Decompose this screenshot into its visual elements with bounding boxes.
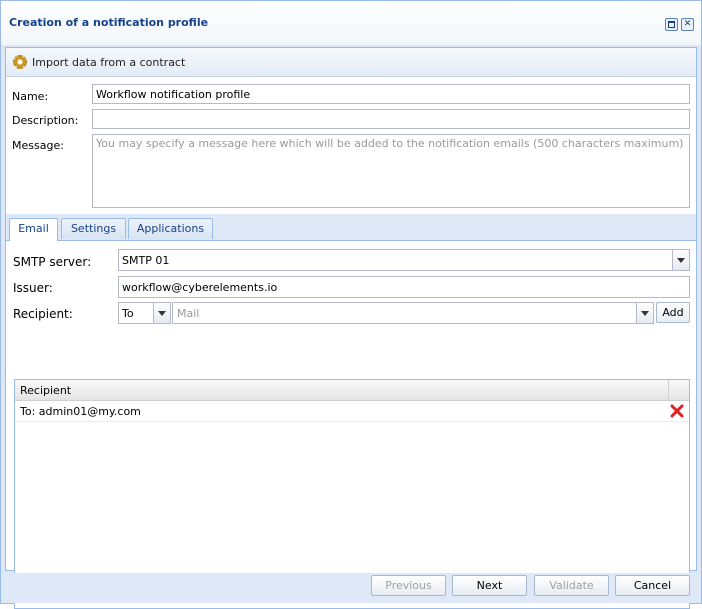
message-label: Message: <box>12 139 64 152</box>
tab-applications-label: Applications <box>136 222 205 235</box>
panel-toolbar: Import data from a contract <box>6 48 696 77</box>
next-button[interactable]: Next <box>452 575 527 596</box>
name-value: Workflow notification profile <box>96 88 251 101</box>
validate-button[interactable]: Validate <box>534 575 609 596</box>
profile-panel: Import data from a contract Name: Workfl… <box>5 47 697 609</box>
mail-combo[interactable]: Mail <box>172 302 654 324</box>
close-icon[interactable]: ✕ <box>681 18 694 31</box>
validate-label: Validate <box>549 579 594 592</box>
footer-bar: Previous Next Validate Cancel <box>1 573 701 603</box>
notification-profile-window: Creation of a notification profile ✕ Imp… <box>0 0 702 609</box>
table-row[interactable]: To: admin01@my.com <box>15 401 689 422</box>
tab-applications[interactable]: Applications <box>128 218 213 239</box>
description-field[interactable] <box>92 109 690 129</box>
tab-email-label: Email <box>18 222 49 235</box>
smtp-value: SMTP 01 <box>122 254 170 267</box>
tab-strip: Email Settings Applications <box>6 214 696 241</box>
previous-label: Previous <box>385 579 432 592</box>
issuer-label: Issuer: <box>13 281 53 295</box>
import-contract-button[interactable]: Import data from a contract <box>32 56 185 69</box>
message-placeholder: You may specify a message here which wil… <box>96 137 684 150</box>
delete-icon[interactable] <box>670 404 684 418</box>
cancel-label: Cancel <box>633 579 672 592</box>
add-recipient-button[interactable]: Add <box>656 302 690 323</box>
add-label: Add <box>662 306 684 319</box>
tab-settings-label: Settings <box>70 222 117 235</box>
recipient-type-value: To <box>122 307 134 320</box>
window-title: Creation of a notification profile <box>9 16 209 29</box>
previous-button[interactable]: Previous <box>371 575 446 596</box>
grid-header: Recipient <box>15 380 689 401</box>
name-field[interactable]: Workflow notification profile <box>92 84 690 104</box>
mail-placeholder: Mail <box>177 307 200 320</box>
tab-email[interactable]: Email <box>9 218 58 241</box>
recipient-cell: To: admin01@my.com <box>20 405 141 418</box>
profile-form: Name: Workflow notification profile Desc… <box>6 77 696 214</box>
issuer-value: workflow@cyberelements.io <box>122 281 278 294</box>
column-separator <box>668 380 669 400</box>
recipient-label: Recipient: <box>13 307 73 321</box>
smtp-select[interactable]: SMTP 01 <box>118 249 690 271</box>
chevron-down-icon[interactable] <box>672 250 689 270</box>
recipient-column-header[interactable]: Recipient <box>20 384 71 397</box>
chevron-down-icon[interactable] <box>153 303 170 323</box>
cancel-button[interactable]: Cancel <box>615 575 690 596</box>
name-label: Name: <box>12 90 49 103</box>
chevron-down-icon[interactable] <box>636 303 653 323</box>
maximize-icon[interactable] <box>665 18 678 31</box>
email-tab-body: SMTP server: SMTP 01 Issuer: workflow@cy… <box>6 241 696 609</box>
description-label: Description: <box>12 114 79 127</box>
window-titlebar: Creation of a notification profile ✕ <box>1 1 701 45</box>
gear-icon[interactable] <box>13 55 27 69</box>
tab-settings[interactable]: Settings <box>61 218 126 239</box>
issuer-field[interactable]: workflow@cyberelements.io <box>118 276 690 298</box>
message-textarea[interactable]: You may specify a message here which wil… <box>92 134 690 208</box>
recipient-type-select[interactable]: To <box>118 302 171 324</box>
next-label: Next <box>476 579 503 592</box>
smtp-label: SMTP server: <box>13 255 92 269</box>
